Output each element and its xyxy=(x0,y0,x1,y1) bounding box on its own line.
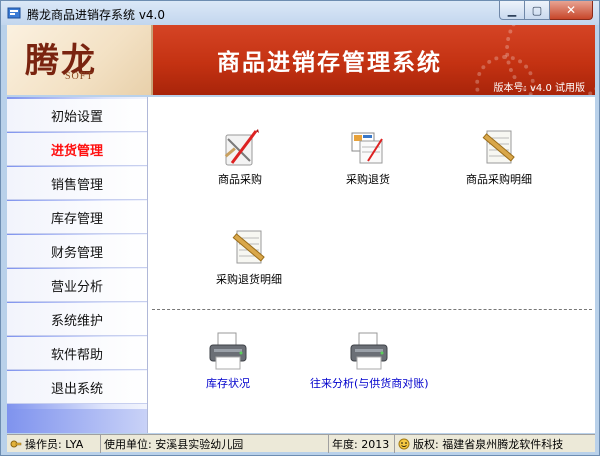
sidebar-footer xyxy=(7,409,147,433)
key-icon xyxy=(10,440,22,448)
main-panel: 商品采购 采购退货 商品采购明细 采购退货明细 库存状况 往来分析(与供货商对账… xyxy=(147,97,595,433)
status-copyright: 版权: 福建省泉州腾龙软件科技 xyxy=(395,435,595,453)
title-bar[interactable]: 腾龙商品进销存系统 v4.0 ▁ ▢ ✕ xyxy=(1,1,599,25)
sidebar-item-label: 营业分析 xyxy=(51,279,104,295)
status-bar: 操作员: LYA 使用单位: 安溪县实验幼儿园 年度: 2013 版权: 福建省… xyxy=(7,434,595,453)
version-label: 版本号: v4.0 试用版 xyxy=(493,83,585,94)
sidebar-item-system-maintenance[interactable]: 系统维护 xyxy=(7,303,147,336)
operator-label: 操作员: LYA xyxy=(25,438,84,451)
maximize-button[interactable]: ▢ xyxy=(525,1,550,20)
logo: 腾龙 SOFT xyxy=(7,25,153,95)
minimize-button[interactable]: ▁ xyxy=(499,1,525,20)
status-unit: 使用单位: 安溪县实验幼儿园 xyxy=(101,435,329,453)
maximize-icon: ▢ xyxy=(531,3,543,17)
tool-purchase-details[interactable]: 商品采购明细 xyxy=(466,125,532,187)
tool-purchase-return[interactable]: 采购退货 xyxy=(346,125,390,187)
tool-label: 商品采购 xyxy=(218,173,262,186)
close-icon: ✕ xyxy=(565,3,577,17)
window-title: 腾龙商品进销存系统 v4.0 xyxy=(27,8,166,22)
sidebar-item-finance-management[interactable]: 财务管理 xyxy=(7,235,147,268)
sidebar-item-label: 初始设置 xyxy=(51,109,104,125)
sidebar-item-label: 进货管理 xyxy=(51,143,104,159)
unit-label: 使用单位: 安溪县实验幼儿园 xyxy=(104,438,244,451)
logo-subtext: SOFT xyxy=(65,71,94,82)
sidebar-item-exit-system[interactable]: 退出系统 xyxy=(7,371,147,404)
sidebar-item-label: 系统维护 xyxy=(51,313,104,329)
printer-icon xyxy=(350,332,388,370)
report-inventory-status[interactable]: 库存状况 xyxy=(206,329,250,391)
tool-label: 商品采购明细 xyxy=(466,173,532,186)
sidebar-item-sales-management[interactable]: 销售管理 xyxy=(7,167,147,200)
sidebar-item-inventory-management[interactable]: 库存管理 xyxy=(7,201,147,234)
status-year: 年度: 2013 xyxy=(329,435,395,453)
copyright-label: 版权: 福建省泉州腾龙软件科技 xyxy=(413,438,564,451)
smiley-icon xyxy=(398,438,410,450)
printer-icon xyxy=(209,332,247,370)
app-title: 商品进销存管理系统 xyxy=(217,50,442,76)
sidebar-item-purchase-management[interactable]: 进货管理 xyxy=(7,133,147,166)
sidebar-item-initial-settings[interactable]: 初始设置 xyxy=(7,99,147,132)
sidebar-item-label: 退出系统 xyxy=(51,381,104,397)
report-supplier-reconciliation[interactable]: 往来分析(与供货商对账) xyxy=(310,329,429,391)
year-label: 年度: 2013 xyxy=(332,438,390,451)
drafting-tools-icon xyxy=(224,129,259,166)
app-window: 腾龙商品进销存系统 v4.0 ▁ ▢ ✕ 腾龙 SOFT 商品进销存管理系统 版… xyxy=(0,0,600,456)
header-banner: 腾龙 SOFT 商品进销存管理系统 版本号: v4.0 试用版 xyxy=(7,25,595,95)
tool-return-details[interactable]: 采购退货明细 xyxy=(216,225,282,287)
tool-purchase[interactable]: 商品采购 xyxy=(218,125,262,187)
close-button[interactable]: ✕ xyxy=(550,1,593,20)
sidebar-item-label: 销售管理 xyxy=(51,177,104,193)
minimize-icon: ▁ xyxy=(507,3,517,17)
sidebar-item-label: 库存管理 xyxy=(51,211,104,227)
report-label: 库存状况 xyxy=(206,377,250,390)
window-controls: ▁ ▢ ✕ xyxy=(499,1,593,20)
ruled-ledger-icon xyxy=(482,130,515,164)
app-icon xyxy=(7,7,21,19)
return-document-icon xyxy=(351,132,383,164)
section-divider xyxy=(152,309,592,310)
sidebar-item-label: 财务管理 xyxy=(51,245,104,261)
ruled-ledger-icon xyxy=(232,230,265,264)
tool-label: 采购退货 xyxy=(346,173,390,186)
report-label: 往来分析(与供货商对账) xyxy=(310,377,429,390)
sidebar-item-software-help[interactable]: 软件帮助 xyxy=(7,337,147,370)
tool-label: 采购退货明细 xyxy=(216,273,282,286)
sidebar-item-business-analysis[interactable]: 营业分析 xyxy=(7,269,147,302)
sidebar-item-label: 软件帮助 xyxy=(51,347,104,363)
sidebar-menu: 初始设置 进货管理 销售管理 库存管理 财务管理 营业分析 系统维护 软件帮助 … xyxy=(7,97,147,433)
status-operator: 操作员: LYA xyxy=(7,435,101,453)
